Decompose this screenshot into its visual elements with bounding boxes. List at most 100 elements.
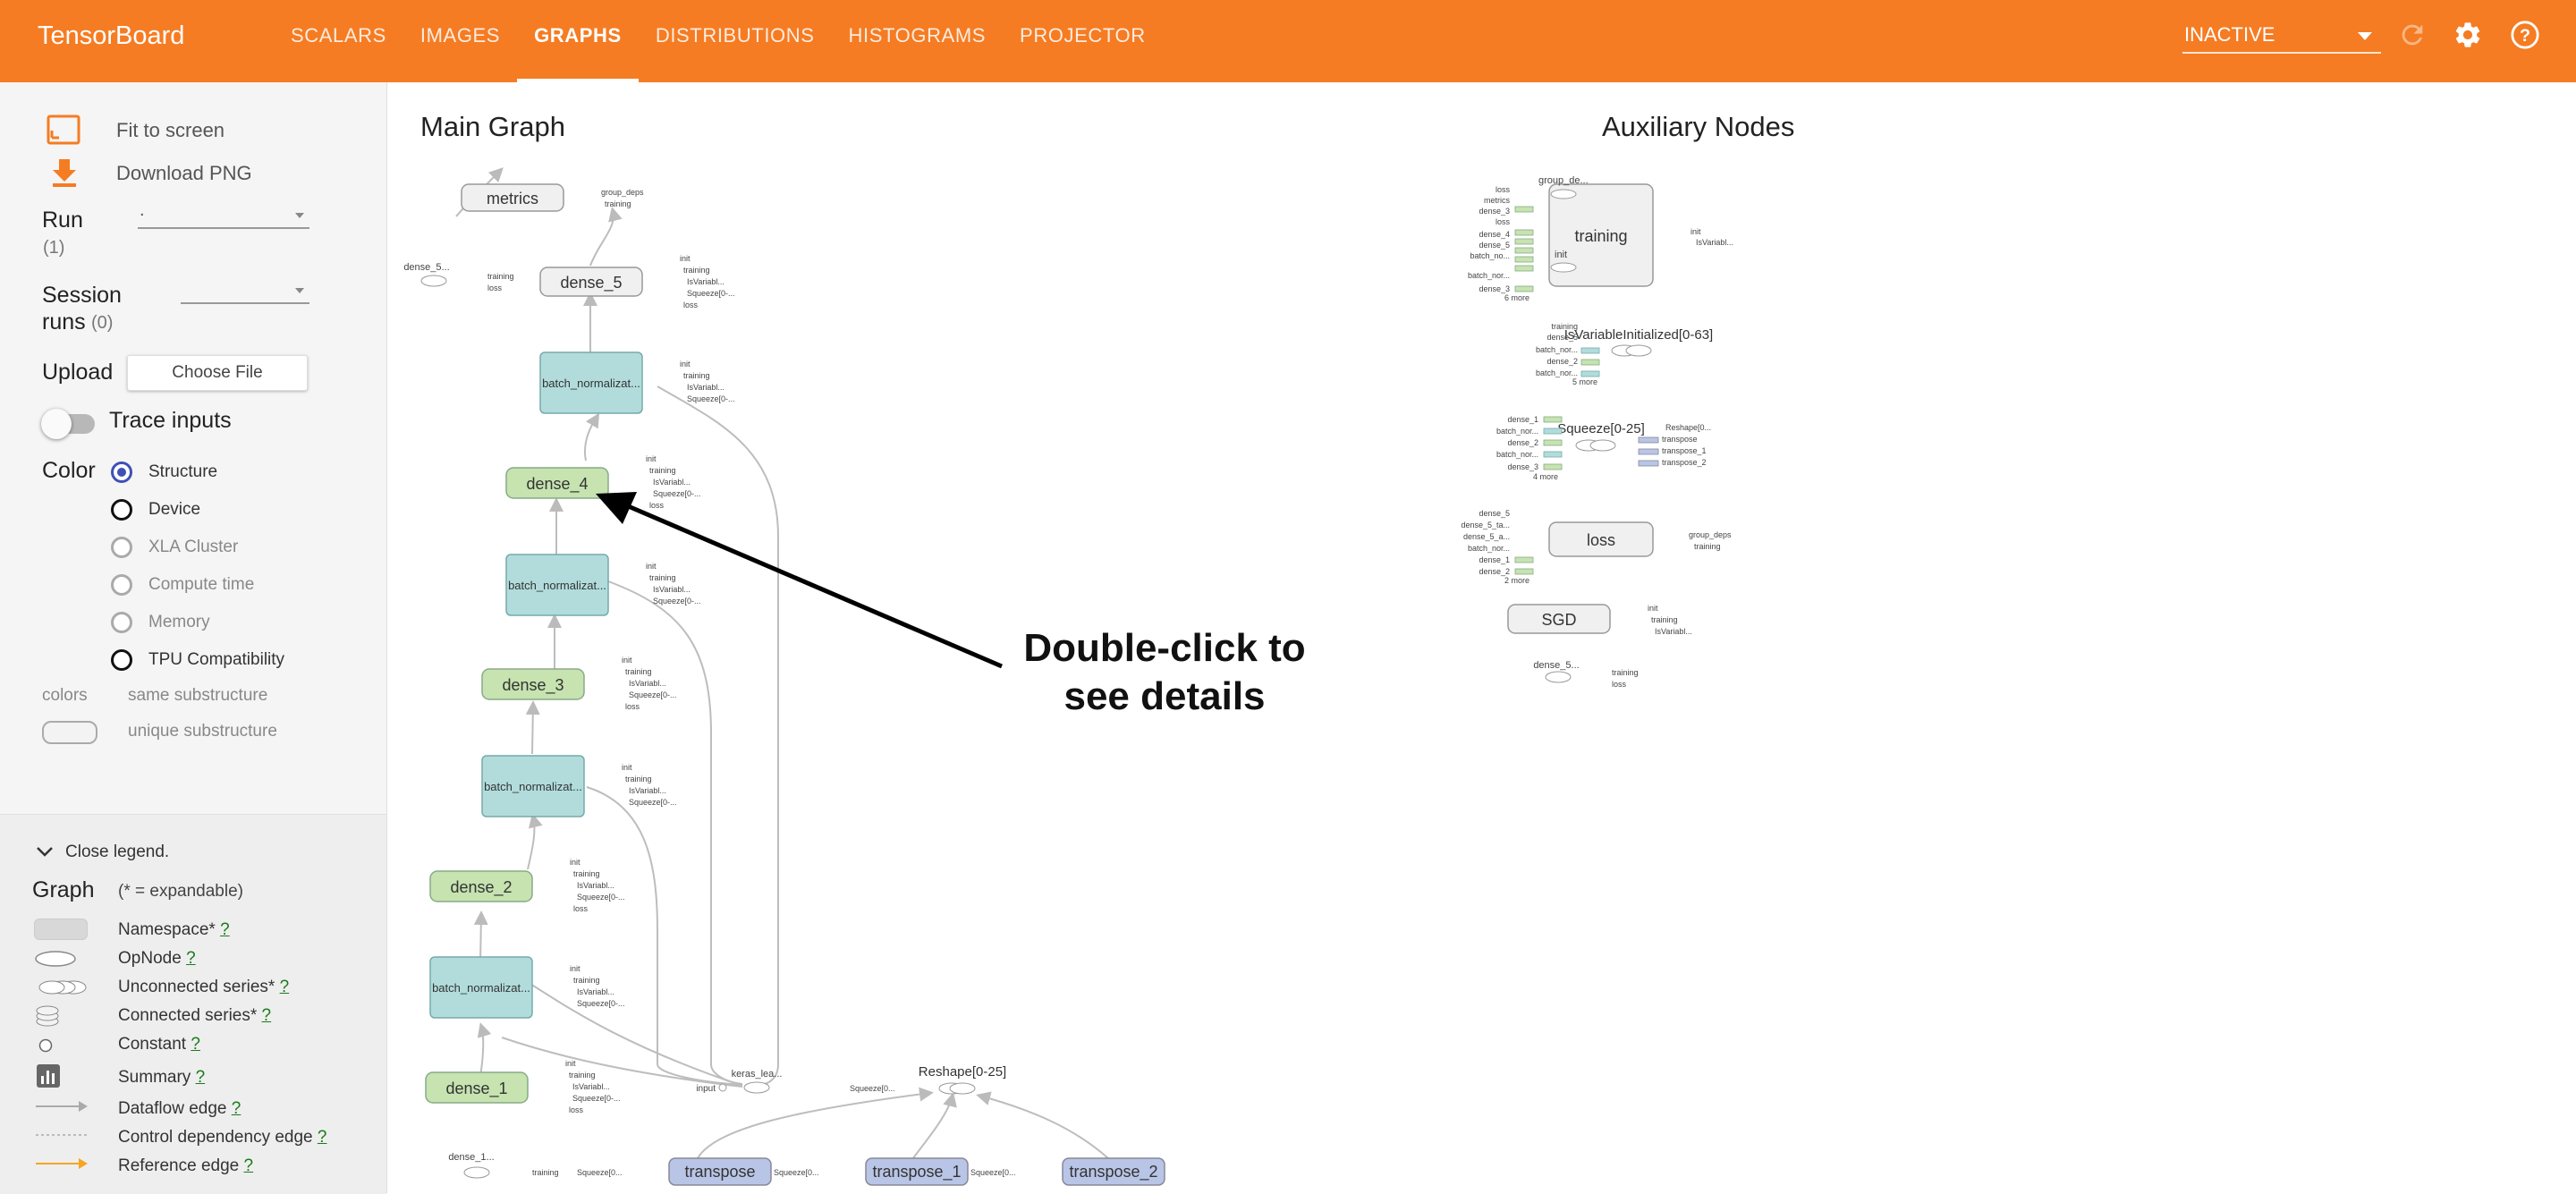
node-dense-5[interactable]: dense_5 bbox=[539, 267, 643, 297]
mini-label: loss bbox=[625, 702, 640, 711]
node-dense-5-small-label: dense_5... bbox=[403, 262, 449, 273]
aux-squeeze-label: Squeeze[0-25] bbox=[1557, 421, 1645, 436]
mini-label: Squeeze[0-... bbox=[572, 1094, 621, 1103]
bn-top-mini-labels: init training IsVariabl... Squeeze[0-... bbox=[680, 360, 735, 403]
aux-dense-5-label: dense_5... bbox=[1533, 660, 1579, 671]
mini-label: dense_5_ta... bbox=[1461, 521, 1510, 529]
main-graph-nodes[interactable]: metrics dense_5 batch_normalizat... dens… bbox=[403, 183, 1165, 1186]
node-bn-label: batch_normalizat... bbox=[542, 377, 640, 390]
node-dense-3[interactable]: dense_3 bbox=[481, 668, 585, 700]
mini-label: init bbox=[622, 763, 632, 772]
mini-label: dense_5 bbox=[1479, 509, 1510, 518]
mini-label: transpose_2 bbox=[1662, 458, 1707, 467]
aux-node-loss[interactable]: loss dense_5 dense_5_ta... dense_5_a... … bbox=[1461, 509, 1732, 585]
node-reshape-series[interactable]: Reshape[0-25] bbox=[919, 1064, 1006, 1095]
mini-label: init bbox=[680, 360, 691, 368]
mini-label: dense_2 bbox=[1507, 438, 1538, 447]
mini-label: training bbox=[569, 1071, 596, 1080]
mini-label: loss bbox=[683, 301, 699, 309]
mini-label: Squeeze[0... bbox=[577, 1168, 623, 1177]
mini-label: dense_3 bbox=[1507, 462, 1538, 471]
mini-label: batch_nor... bbox=[1496, 427, 1538, 436]
mini-label: dense_3 bbox=[1479, 207, 1510, 216]
mini-label: group_deps bbox=[1689, 530, 1732, 539]
mini-label: training bbox=[1694, 542, 1721, 551]
mini-label: Squeeze[0-... bbox=[629, 690, 677, 699]
aux-node-is-variable-initialized[interactable]: IsVariableInitialized[0-63] training den… bbox=[1536, 322, 1713, 386]
aux-node-sgd[interactable]: SGD init training IsVariabl... bbox=[1507, 604, 1692, 636]
mini-label: batch_nor... bbox=[1496, 450, 1538, 459]
mini-label: 4 more bbox=[1533, 472, 1558, 481]
mini-label: training bbox=[1651, 615, 1678, 624]
mini-label: Squeeze[0-... bbox=[629, 798, 677, 807]
mini-label: training bbox=[625, 775, 652, 783]
node-dense-3-label: dense_3 bbox=[502, 676, 564, 695]
aux-node-dense-5-small[interactable]: dense_5... training loss bbox=[1533, 660, 1638, 689]
mini-label: group_de... bbox=[1538, 175, 1589, 186]
aux-squeeze-outputs: Reshape[0... transpose transpose_1 trans… bbox=[1662, 423, 1711, 467]
bn-2-mini-labels: init training IsVariabl... Squeeze[0-... bbox=[646, 562, 701, 605]
mini-label: dense_4 bbox=[1479, 230, 1510, 239]
node-dense-1-label: dense_1 bbox=[445, 1080, 507, 1098]
mini-label: training bbox=[649, 466, 676, 475]
mini-label: dense_3 bbox=[1479, 284, 1510, 293]
aux-node-training[interactable]: training group_de... init init IsVariabl… bbox=[1468, 175, 1733, 302]
mini-label: training bbox=[573, 976, 600, 985]
mini-label: dense_1 bbox=[1479, 555, 1510, 564]
mini-label: init bbox=[1648, 604, 1658, 613]
mini-label: training bbox=[532, 1168, 559, 1177]
mini-label: batch_nor... bbox=[1468, 271, 1510, 280]
node-bn-label: batch_normalizat... bbox=[432, 981, 530, 995]
aux-training-input-chips bbox=[1514, 206, 1534, 292]
node-batch-normalization-4[interactable]: batch_normalizat... bbox=[429, 956, 533, 1019]
node-metrics[interactable]: metrics bbox=[461, 183, 564, 212]
node-transpose-1-label: transpose_1 bbox=[872, 1163, 961, 1181]
mini-label: transpose bbox=[1662, 435, 1698, 444]
node-transpose[interactable]: transpose bbox=[668, 1157, 772, 1186]
mini-label: init bbox=[570, 964, 580, 973]
annotation-line-2: see details bbox=[1063, 674, 1265, 718]
mini-label: loss bbox=[1612, 680, 1627, 689]
node-transpose-1[interactable]: transpose_1 bbox=[865, 1157, 969, 1186]
auxiliary-nodes[interactable]: training group_de... init init IsVariabl… bbox=[1461, 175, 1733, 689]
mini-label: loss bbox=[487, 284, 503, 292]
node-dense-4[interactable]: dense_4 bbox=[505, 467, 609, 499]
dense-3-mini-labels: init training IsVariabl... Squeeze[0-...… bbox=[622, 656, 677, 711]
mini-label: Squeeze[0-... bbox=[577, 999, 625, 1008]
aux-node-squeeze[interactable]: Squeeze[0-25] dense_1 batch_nor... dense… bbox=[1496, 415, 1711, 481]
mini-label: dense_1 bbox=[1507, 415, 1538, 424]
mini-label: dense_5_a... bbox=[1463, 532, 1510, 541]
mini-label: training bbox=[1612, 668, 1639, 677]
node-metrics-label: metrics bbox=[487, 190, 538, 207]
node-batch-normalization-2[interactable]: batch_normalizat... bbox=[505, 554, 609, 616]
aux-node-loss-label: loss bbox=[1587, 531, 1615, 549]
graph-svg[interactable]: metrics dense_5 batch_normalizat... dens… bbox=[0, 0, 2576, 1193]
node-transpose-2[interactable]: transpose_2 bbox=[1062, 1157, 1165, 1186]
node-dense-4-label: dense_4 bbox=[526, 475, 588, 494]
aux-is-var-init-label: IsVariableInitialized[0-63] bbox=[1564, 327, 1713, 343]
node-transpose-2-label: transpose_2 bbox=[1069, 1163, 1157, 1181]
main-graph-edges bbox=[455, 167, 1110, 1160]
mini-label: Squeeze[0-... bbox=[687, 394, 735, 403]
mini-label: Squeeze[0... bbox=[774, 1168, 819, 1177]
mini-label: IsVariabl... bbox=[653, 478, 691, 487]
node-dense-1[interactable]: dense_1 bbox=[425, 1071, 529, 1104]
node-dense-1-small[interactable]: dense_1... training Squeeze[0... bbox=[448, 1152, 623, 1179]
mini-label: IsVariabl... bbox=[687, 383, 724, 392]
mini-label: Squeeze[0... bbox=[970, 1168, 1016, 1177]
mini-label: dense_2 bbox=[1479, 567, 1510, 576]
dense-5-mini-labels: init training IsVariabl... Squeeze[0-...… bbox=[680, 254, 735, 309]
aux-squeeze-out-chips bbox=[1638, 436, 1659, 467]
node-dense-5-small[interactable]: dense_5... training loss bbox=[403, 262, 513, 292]
mini-label: IsVariabl... bbox=[1655, 627, 1692, 636]
node-dense-2[interactable]: dense_2 bbox=[429, 870, 533, 902]
mini-label: IsVariabl... bbox=[629, 679, 666, 688]
node-dense-1-small-label: dense_1... bbox=[448, 1152, 494, 1163]
mini-label: IsVariabl... bbox=[1696, 238, 1733, 247]
bn-4-mini-labels: init training IsVariabl... Squeeze[0-... bbox=[570, 964, 625, 1008]
node-batch-normalization-top[interactable]: batch_normalizat... bbox=[539, 351, 643, 414]
mini-label: batch_nor... bbox=[1536, 368, 1578, 377]
node-batch-normalization-3[interactable]: batch_normalizat... bbox=[481, 755, 585, 817]
mini-label: group_deps bbox=[601, 188, 644, 197]
aux-node-training-label: training bbox=[1574, 227, 1627, 245]
